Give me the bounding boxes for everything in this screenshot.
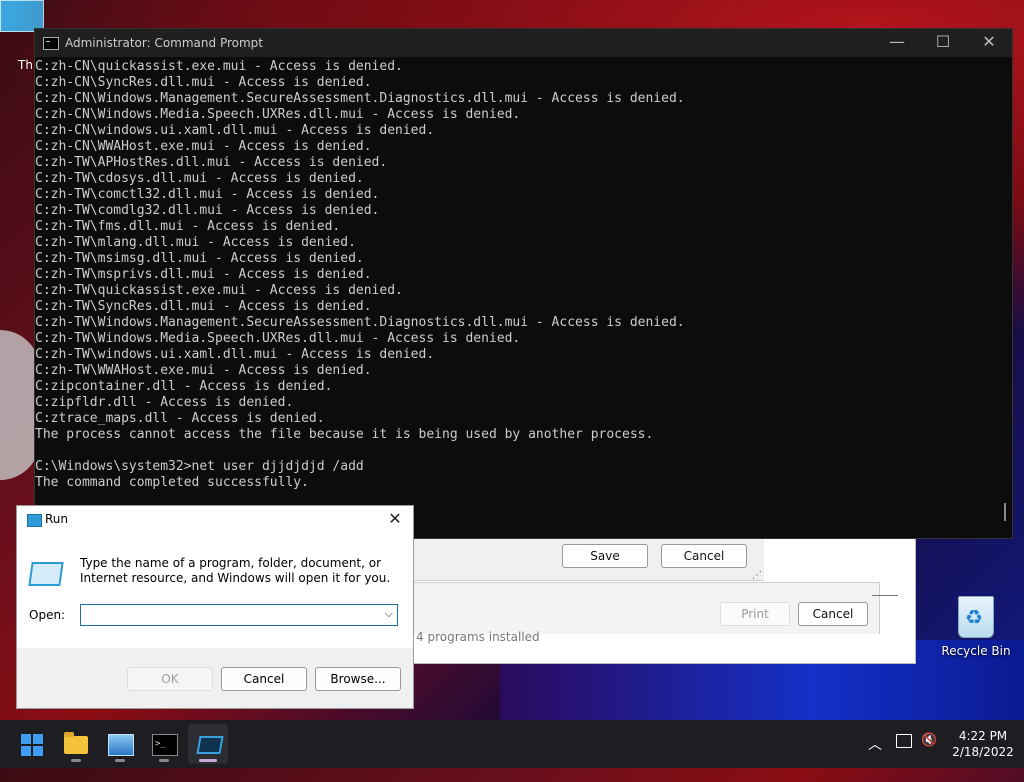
cmd-line: C:ztrace_maps.dll - Access is denied.: [35, 411, 325, 426]
cmd-icon: [43, 36, 59, 50]
clock-date: 2/18/2022: [952, 745, 1014, 759]
cmd-line: C:zh-TW\Windows.Management.SecureAssessm…: [35, 315, 685, 330]
cmd-line: C:zipfldr.dll - Access is denied.: [35, 395, 294, 410]
run-dialog[interactable]: Run ✕ Type the name of a program, folder…: [16, 505, 414, 709]
volume-muted-icon[interactable]: 🔇: [921, 733, 937, 781]
network-icon[interactable]: [896, 734, 912, 748]
cmd-line: The process cannot access the file becau…: [35, 427, 654, 442]
programs-installed-text: 4 programs installed: [416, 630, 540, 644]
clock-time: 4:22 PM: [958, 729, 1008, 743]
recycle-bin-label: Recycle Bin: [941, 644, 1011, 658]
cmd-line: C:zh-TW\APHostRes.dll.mui - Access is de…: [35, 155, 388, 170]
run-description: Type the name of a program, folder, docu…: [80, 556, 391, 585]
ok-button[interactable]: OK: [127, 667, 213, 691]
run-titlebar[interactable]: Run ✕: [17, 506, 413, 534]
browse-button[interactable]: Browse...: [315, 667, 401, 691]
cmd-line: C:zh-TW\msimsg.dll.mui - Access is denie…: [35, 251, 364, 266]
divider: [872, 595, 898, 596]
open-combobox[interactable]: ⌵: [80, 604, 398, 626]
cmd-line: C:zh-CN\quickassist.exe.mui - Access is …: [35, 59, 403, 74]
open-label: Open:: [29, 608, 66, 622]
terminal-button[interactable]: >_: [144, 724, 184, 764]
folder-icon: [64, 732, 88, 754]
recycle-bin-icon: ♻: [958, 596, 994, 638]
chevron-down-icon[interactable]: ⌵: [385, 607, 393, 621]
cancel-button[interactable]: Cancel: [221, 667, 307, 691]
close-icon[interactable]: ✕: [385, 509, 405, 528]
cmd-line: C:zh-TW\quickassist.exe.mui - Access is …: [35, 283, 403, 298]
resize-grip-icon[interactable]: ⋰: [752, 570, 762, 581]
cmd-titlebar[interactable]: Administrator: Command Prompt — ☐ ✕: [35, 29, 1012, 57]
cmd-line: C:zh-TW\Windows.Media.Speech.UXRes.dll.m…: [35, 331, 521, 346]
save-button[interactable]: Save: [562, 544, 648, 568]
run-program-icon: [28, 562, 64, 586]
cmd-line: C:zh-CN\WWAHost.exe.mui - Access is deni…: [35, 139, 372, 154]
desktop-icon-label: Th: [18, 58, 33, 72]
clock[interactable]: 4:22 PM 2/18/2022: [950, 728, 1016, 776]
cmd-line: [35, 443, 995, 459]
file-explorer-button[interactable]: [56, 724, 96, 764]
run-icon: [27, 514, 42, 527]
recycle-bin[interactable]: ♻ Recycle Bin: [940, 596, 1012, 658]
cmd-line: C:zh-TW\windows.ui.xaml.dll.mui - Access…: [35, 347, 435, 362]
cmd-line: C:zh-TW\SyncRes.dll.mui - Access is deni…: [35, 299, 372, 314]
cmd-line: C:zh-TW\comctl32.dll.mui - Access is den…: [35, 187, 380, 202]
taskbar: >_ ︿ 🔇 4:22 PM 2/18/2022: [0, 720, 1024, 768]
cmd-scrollbar[interactable]: [1004, 503, 1006, 521]
windows-logo-icon: [21, 734, 43, 756]
cancel-button[interactable]: Cancel: [661, 544, 747, 568]
open-input[interactable]: [85, 606, 379, 626]
run-content: Type the name of a program, folder, docu…: [17, 534, 413, 648]
chevron-up-icon[interactable]: ︿: [868, 734, 882, 782]
cmd-line: C:\Windows\system32>net user djjdjdjd /a…: [35, 459, 364, 474]
run-title: Run: [45, 512, 69, 526]
cmd-line: C:zh-CN\Windows.Media.Speech.UXRes.dll.m…: [35, 107, 521, 122]
cmd-line: C:zh-TW\comdlg32.dll.mui - Access is den…: [35, 203, 380, 218]
control-panel-button[interactable]: [100, 724, 140, 764]
start-button[interactable]: [12, 724, 52, 764]
terminal-icon: >_: [152, 734, 178, 756]
cmd-line: C:zh-TW\mlang.dll.mui - Access is denied…: [35, 235, 356, 250]
minimize-icon[interactable]: —: [874, 29, 920, 57]
cmd-line: C:zh-CN\windows.ui.xaml.dll.mui - Access…: [35, 123, 435, 138]
cmd-line: C:zh-TW\msprivs.dll.mui - Access is deni…: [35, 267, 372, 282]
maximize-icon[interactable]: ☐: [920, 29, 966, 57]
cmd-line: C:zh-CN\SyncRes.dll.mui - Access is deni…: [35, 75, 372, 90]
print-button[interactable]: Print: [720, 602, 790, 626]
cmd-line: C:zipcontainer.dll - Access is denied.: [35, 379, 333, 394]
cmd-line: C:zh-CN\Windows.Management.SecureAssessm…: [35, 91, 685, 106]
command-prompt-window[interactable]: Administrator: Command Prompt — ☐ ✕ C:zh…: [34, 28, 1013, 539]
run-icon: [196, 736, 224, 754]
control-panel-icon: [108, 734, 134, 756]
cmd-title: Administrator: Command Prompt: [65, 36, 263, 50]
run-taskbar-button[interactable]: [188, 724, 228, 764]
cmd-line: C:zh-TW\WWAHost.exe.mui - Access is deni…: [35, 363, 372, 378]
cmd-line: The command completed successfully.: [35, 475, 309, 490]
close-icon[interactable]: ✕: [966, 29, 1012, 57]
cancel-print-button[interactable]: Cancel: [798, 602, 868, 626]
cmd-line: C:zh-TW\cdosys.dll.mui - Access is denie…: [35, 171, 364, 186]
cmd-line: C:zh-TW\fms.dll.mui - Access is denied.: [35, 219, 341, 234]
cmd-output[interactable]: C:zh-CN\quickassist.exe.mui - Access is …: [35, 59, 995, 529]
